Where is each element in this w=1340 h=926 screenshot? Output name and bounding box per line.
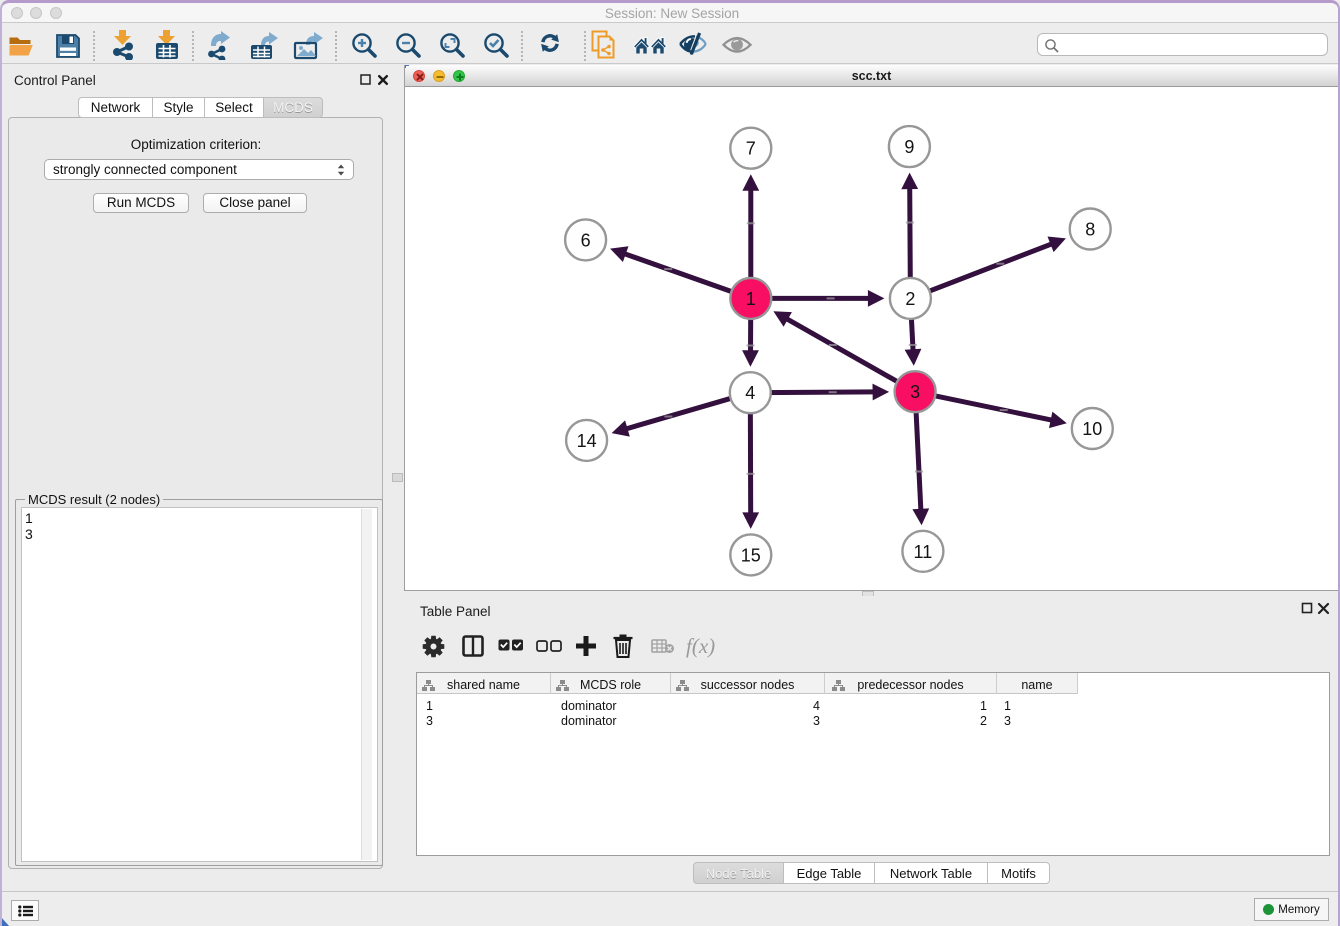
svg-text:2: 2 [905, 289, 915, 309]
svg-text:1: 1 [746, 289, 756, 309]
svg-text:15: 15 [741, 545, 761, 565]
svg-text:7: 7 [746, 139, 756, 159]
svg-text:8: 8 [1085, 220, 1095, 240]
svg-text:10: 10 [1082, 419, 1102, 439]
svg-text:3: 3 [910, 382, 920, 402]
svg-text:9: 9 [904, 137, 914, 157]
svg-text:4: 4 [745, 383, 755, 403]
svg-text:14: 14 [577, 431, 597, 451]
svg-text:11: 11 [914, 542, 933, 562]
svg-text:6: 6 [581, 230, 591, 250]
